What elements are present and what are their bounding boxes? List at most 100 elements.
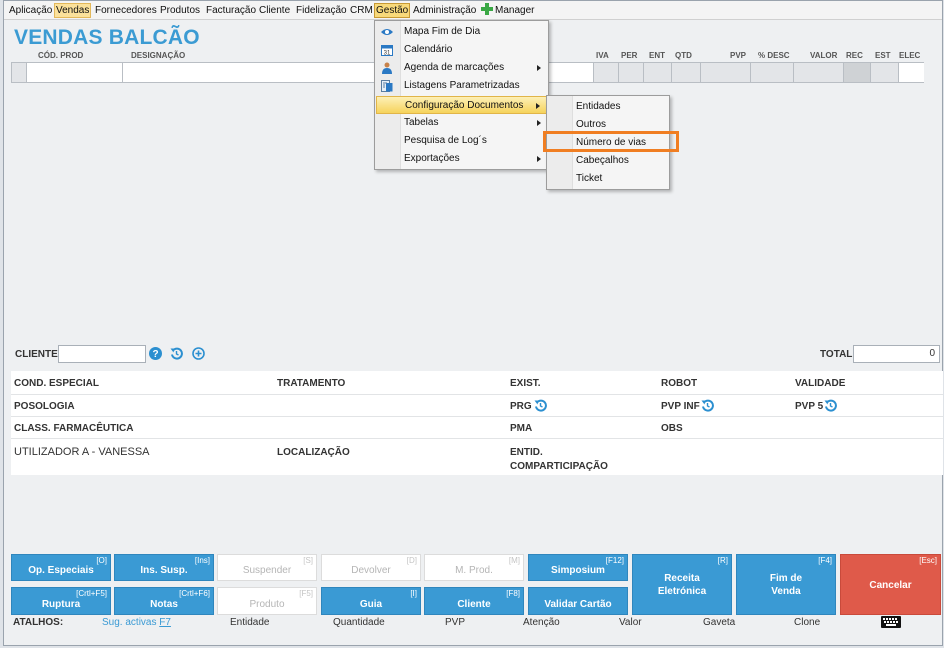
ruptura-key: [Crtl+F5] bbox=[76, 589, 107, 598]
col-est[interactable]: EST bbox=[875, 51, 891, 60]
shortcut-gaveta[interactable]: Gaveta bbox=[703, 617, 735, 628]
menu-produtos[interactable]: Produtos bbox=[159, 3, 201, 18]
shortcut-quantidade[interactable]: Quantidade bbox=[333, 617, 385, 628]
calendar-icon: 31 bbox=[381, 45, 393, 56]
menu-item-label: Listagens Parametrizadas bbox=[404, 80, 520, 91]
menu-fornecedores[interactable]: Fornecedores bbox=[94, 3, 158, 18]
utilizador-label: UTILIZADOR A bbox=[14, 446, 89, 458]
op-especiais-button[interactable]: [O] Op. Especiais bbox=[11, 554, 111, 581]
ruptura-button[interactable]: [Crtl+F5] Ruptura bbox=[11, 587, 111, 615]
entid-label-1: ENTID. bbox=[510, 447, 543, 458]
notas-label: Notas bbox=[150, 599, 178, 610]
cell-cod-prod[interactable] bbox=[27, 63, 123, 82]
menu-fidelizacao[interactable]: Fidelização bbox=[295, 3, 348, 18]
col-designacao[interactable]: DESIGNAÇÃO bbox=[131, 51, 185, 60]
op-especiais-key: [O] bbox=[96, 556, 107, 565]
validar-cartao-button[interactable]: Validar Cartão bbox=[528, 587, 628, 615]
guia-key: [I] bbox=[410, 589, 417, 598]
utilizador-value: - VANESSA bbox=[88, 446, 150, 458]
cell-per bbox=[619, 63, 644, 82]
menu-item-label: Mapa Fim de Dia bbox=[404, 26, 481, 37]
cell-rec bbox=[844, 63, 871, 82]
menu-item-exportacoes[interactable]: Exportações bbox=[376, 150, 547, 168]
simposium-key: [F12] bbox=[605, 556, 624, 565]
keyboard-icon[interactable] bbox=[881, 616, 901, 628]
ins-susp-button[interactable]: [Ins] Ins. Susp. bbox=[114, 554, 214, 581]
notas-button[interactable]: [Crtl+F6] Notas bbox=[114, 587, 214, 615]
col-elec[interactable]: ELEC bbox=[899, 51, 920, 60]
menu-manager[interactable]: Manager bbox=[480, 3, 535, 18]
menu-item-listagens-parametrizadas[interactable]: Listagens Parametrizadas bbox=[376, 77, 547, 95]
menu-vendas[interactable]: Vendas bbox=[54, 3, 92, 18]
menu-item-mapa-fim-de-dia[interactable]: Mapa Fim de Dia bbox=[376, 23, 547, 41]
tratamento-label: TRATAMENTO bbox=[277, 378, 346, 389]
produto-button[interactable]: [F5] Produto bbox=[217, 587, 317, 615]
gestao-menu: Mapa Fim de Dia 31 Calendário Agenda de … bbox=[374, 20, 549, 170]
col-iva[interactable]: IVA bbox=[596, 51, 609, 60]
col-cod-prod[interactable]: CÓD. PROD bbox=[38, 51, 83, 60]
menu-item-label: Configuração Documentos bbox=[405, 100, 524, 111]
menu-administracao[interactable]: Administração bbox=[412, 3, 477, 18]
shortcut-clone[interactable]: Clone bbox=[794, 617, 820, 628]
menu-aplicacao[interactable]: Aplicação bbox=[8, 3, 53, 18]
highlight-box bbox=[543, 131, 679, 152]
col-desc[interactable]: % DESC bbox=[758, 51, 790, 60]
shortcut-entidade[interactable]: Entidade bbox=[230, 617, 269, 628]
m-prod-key: [M] bbox=[508, 556, 520, 565]
submenu-item-entidades[interactable]: Entidades bbox=[548, 98, 668, 116]
shortcut-pvp[interactable]: PVP bbox=[445, 617, 465, 628]
menu-item-agenda-marcacoes[interactable]: Agenda de marcações bbox=[376, 59, 547, 77]
menu-item-tabelas[interactable]: Tabelas bbox=[376, 114, 547, 132]
devolver-button[interactable]: [D] Devolver bbox=[321, 554, 421, 581]
suspender-button[interactable]: [S] Suspender bbox=[217, 554, 317, 581]
prg-history-icon[interactable] bbox=[534, 399, 547, 412]
add-icon[interactable] bbox=[192, 347, 205, 360]
receita-eletronica-button[interactable]: [R] Receita Eletrónica bbox=[632, 554, 732, 615]
col-rec[interactable]: REC bbox=[846, 51, 863, 60]
submenu-item-ticket[interactable]: Ticket bbox=[548, 170, 668, 188]
cell-elec bbox=[899, 63, 924, 82]
col-per[interactable]: PER bbox=[621, 51, 637, 60]
menu-gestao[interactable]: Gestão bbox=[374, 3, 411, 18]
submenu-item-cabecalhos[interactable]: Cabeçalhos bbox=[548, 152, 668, 170]
op-especiais-label: Op. Especiais bbox=[28, 565, 94, 576]
produto-key: [F5] bbox=[299, 589, 313, 598]
guia-button[interactable]: [I] Guia bbox=[321, 587, 421, 615]
shortcut-valor[interactable]: Valor bbox=[619, 617, 642, 628]
menu-cliente[interactable]: Cliente bbox=[258, 3, 291, 18]
help-icon[interactable]: ? bbox=[149, 347, 162, 360]
divider bbox=[11, 438, 943, 439]
col-qtd[interactable]: QTD bbox=[675, 51, 692, 60]
utilizador-field: UTILIZADOR A - VANESSA bbox=[14, 446, 150, 458]
cancelar-button[interactable]: [Esc] Cancelar bbox=[840, 554, 941, 615]
menu-item-configuracao-documentos[interactable]: Configuração Documentos bbox=[376, 96, 547, 114]
col-pvp[interactable]: PVP bbox=[730, 51, 746, 60]
pma-label: PMA bbox=[510, 423, 533, 434]
svg-text:?: ? bbox=[152, 349, 158, 360]
menu-item-pesquisa-logs[interactable]: Pesquisa de Log´s bbox=[376, 132, 547, 150]
pvp-inf-history-icon[interactable] bbox=[701, 399, 714, 412]
fim-de-venda-button[interactable]: [F4] Fim de Venda bbox=[736, 554, 836, 615]
cliente-input[interactable] bbox=[58, 345, 146, 363]
menu-item-calendario[interactable]: 31 Calendário bbox=[376, 41, 547, 59]
cliente-button[interactable]: [F8] Cliente bbox=[424, 587, 524, 615]
menu-item-label: Entidades bbox=[576, 101, 621, 112]
menu-facturacao[interactable]: Facturação bbox=[205, 3, 257, 18]
cell-qtd[interactable] bbox=[672, 63, 701, 82]
robot-label: ROBOT bbox=[661, 378, 698, 389]
row-selector[interactable] bbox=[12, 63, 27, 82]
person-icon bbox=[382, 62, 392, 74]
menu-crm[interactable]: CRM bbox=[349, 3, 374, 18]
col-ent[interactable]: ENT bbox=[649, 51, 665, 60]
fim-key: [F4] bbox=[818, 556, 832, 565]
menu-item-label: Pesquisa de Log´s bbox=[404, 135, 487, 146]
history-icon[interactable] bbox=[170, 347, 183, 360]
pvp5-history-icon[interactable] bbox=[824, 399, 837, 412]
posologia-label: POSOLOGIA bbox=[14, 401, 75, 412]
sug-activas-link[interactable]: Sug. activas F7 bbox=[102, 617, 171, 628]
shortcut-atencao[interactable]: Atenção bbox=[523, 617, 560, 628]
ins-susp-key: [Ins] bbox=[194, 556, 210, 565]
col-valor[interactable]: VALOR bbox=[810, 51, 837, 60]
simposium-button[interactable]: [F12] Simposium bbox=[528, 554, 628, 581]
m-prod-button[interactable]: [M] M. Prod. bbox=[424, 554, 524, 581]
